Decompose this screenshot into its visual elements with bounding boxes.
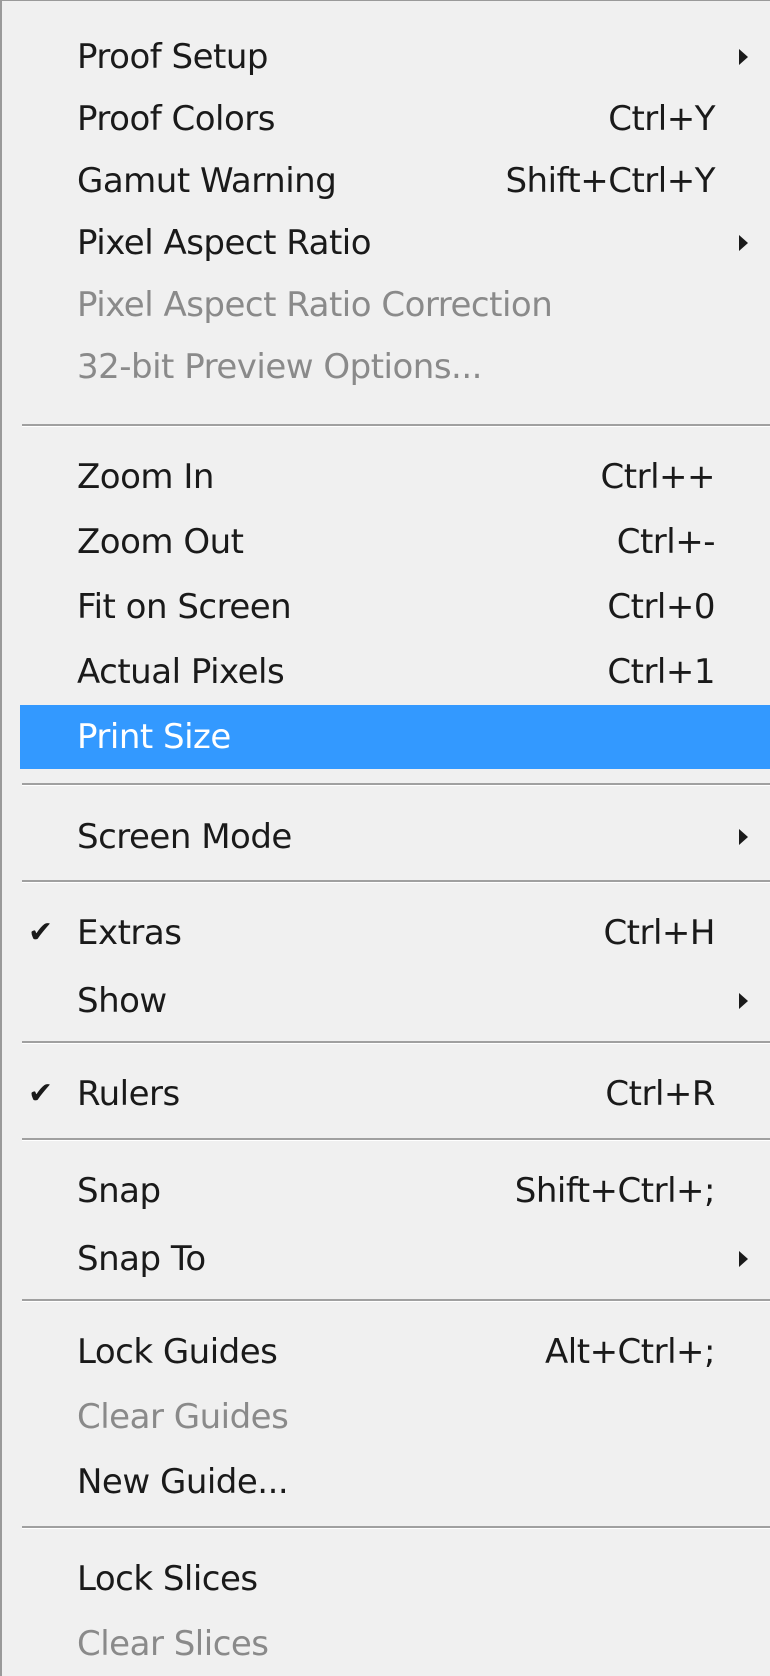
- menu-item-fit-on-screen[interactable]: Fit on Screen Ctrl+0: [20, 575, 770, 639]
- submenu-arrow-icon: [739, 993, 748, 1009]
- submenu-arrow-icon: [739, 829, 748, 845]
- menu-item-label: 32-bit Preview Options...: [77, 347, 482, 387]
- menu-item-pixel-aspect-ratio-correction: Pixel Aspect Ratio Correction: [20, 273, 770, 337]
- menu-item-label: Proof Setup: [77, 37, 268, 77]
- menu-item-zoom-out[interactable]: Zoom Out Ctrl+-: [20, 510, 770, 574]
- menu-item-new-guide[interactable]: New Guide...: [20, 1450, 770, 1514]
- menu-item-actual-pixels[interactable]: Actual Pixels Ctrl+1: [20, 640, 770, 704]
- menu-item-proof-colors[interactable]: Proof Colors Ctrl+Y: [20, 87, 770, 151]
- menu-item-label: Rulers: [77, 1074, 180, 1114]
- menu-item-label: Zoom Out: [77, 522, 244, 562]
- menu-separator: [22, 1041, 770, 1044]
- menu-separator: [22, 1299, 770, 1302]
- menu-item-shortcut: Ctrl+1: [607, 652, 715, 692]
- menu-item-shortcut: Ctrl+0: [607, 587, 715, 627]
- menu-item-label: Pixel Aspect Ratio: [77, 223, 372, 263]
- menu-item-print-size[interactable]: Print Size: [20, 705, 770, 769]
- menu-item-label: Gamut Warning: [77, 161, 337, 201]
- menu-item-shortcut: Ctrl+R: [605, 1074, 715, 1114]
- menu-item-label: Extras: [77, 913, 182, 953]
- menu-item-32bit-preview-options: 32-bit Preview Options...: [20, 335, 770, 399]
- menu-item-screen-mode[interactable]: Screen Mode: [20, 805, 770, 869]
- menu-item-label: Actual Pixels: [77, 652, 285, 692]
- menu-item-shortcut: Alt+Ctrl+;: [545, 1332, 715, 1372]
- menu-item-clear-slices: Clear Slices: [20, 1612, 770, 1676]
- menu-item-rulers[interactable]: ✔ Rulers Ctrl+R: [20, 1062, 770, 1126]
- checkmark-icon: ✔: [28, 915, 53, 950]
- menu-item-label: Clear Slices: [77, 1624, 269, 1664]
- menu-item-shortcut: Shift+Ctrl+;: [514, 1171, 716, 1211]
- checkmark-icon: ✔: [28, 1076, 53, 1111]
- menu-item-shortcut: Ctrl+H: [603, 913, 715, 953]
- menu-item-shortcut: Ctrl+-: [616, 522, 716, 562]
- menu-item-zoom-in[interactable]: Zoom In Ctrl++: [20, 445, 770, 509]
- menu-item-label: Clear Guides: [77, 1397, 289, 1437]
- menu-item-label: Show: [77, 981, 167, 1021]
- menu-item-label: New Guide...: [77, 1462, 289, 1502]
- menu-item-lock-guides[interactable]: Lock Guides Alt+Ctrl+;: [20, 1320, 770, 1384]
- menu-item-label: Proof Colors: [77, 99, 276, 139]
- submenu-arrow-icon: [739, 235, 748, 251]
- submenu-arrow-icon: [739, 1251, 748, 1267]
- menu-item-gamut-warning[interactable]: Gamut Warning Shift+Ctrl+Y: [20, 149, 770, 213]
- view-menu: Proof Setup Proof Colors Ctrl+Y Gamut Wa…: [0, 0, 770, 1676]
- submenu-arrow-icon: [739, 49, 748, 65]
- menu-item-label: Lock Slices: [77, 1559, 258, 1599]
- menu-separator: [22, 783, 770, 786]
- menu-item-label: Print Size: [77, 717, 231, 757]
- menu-separator: [22, 424, 770, 427]
- menu-item-shortcut: Shift+Ctrl+Y: [505, 161, 715, 201]
- menu-item-label: Zoom In: [77, 457, 214, 497]
- menu-separator: [22, 1138, 770, 1141]
- menu-item-pixel-aspect-ratio[interactable]: Pixel Aspect Ratio: [20, 211, 770, 275]
- menu-item-snap-to[interactable]: Snap To: [20, 1227, 770, 1291]
- menu-item-label: Lock Guides: [77, 1332, 278, 1372]
- menu-separator: [22, 1526, 770, 1529]
- menu-item-label: Pixel Aspect Ratio Correction: [77, 285, 553, 325]
- menu-item-extras[interactable]: ✔ Extras Ctrl+H: [20, 901, 770, 965]
- menu-item-label: Screen Mode: [77, 817, 292, 857]
- menu-item-clear-guides: Clear Guides: [20, 1385, 770, 1449]
- menu-item-label: Snap: [77, 1171, 161, 1211]
- menu-item-lock-slices[interactable]: Lock Slices: [20, 1547, 770, 1611]
- menu-item-proof-setup[interactable]: Proof Setup: [20, 25, 770, 89]
- menu-item-show[interactable]: Show: [20, 969, 770, 1033]
- menu-item-label: Snap To: [77, 1239, 206, 1279]
- menu-item-shortcut: Ctrl+Y: [608, 99, 715, 139]
- menu-item-snap[interactable]: Snap Shift+Ctrl+;: [20, 1159, 770, 1223]
- menu-item-shortcut: Ctrl++: [600, 457, 716, 497]
- menu-item-label: Fit on Screen: [77, 587, 292, 627]
- menu-separator: [22, 880, 770, 883]
